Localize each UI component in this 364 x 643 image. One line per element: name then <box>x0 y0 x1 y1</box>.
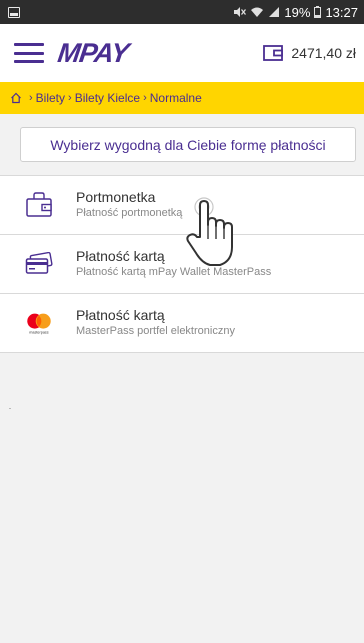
payment-method-masterpass[interactable]: masterpass Płatność kartą MasterPass por… <box>0 294 364 353</box>
battery-icon <box>314 6 322 18</box>
menu-bar <box>14 60 44 63</box>
method-title: Płatność kartą <box>76 307 165 323</box>
chevron-right-icon: › <box>29 92 33 104</box>
breadcrumb: › Bilety › Bilety Kielce › Normalne <box>0 82 364 114</box>
signal-icon <box>269 7 280 17</box>
scroll-edge-marker <box>9 408 11 409</box>
mpay-logo: MPAY <box>55 37 131 68</box>
battery-percent: 19% <box>284 4 311 20</box>
mute-icon <box>234 7 247 17</box>
wallet-icon <box>263 45 284 61</box>
payment-methods-list: Portmonetka Płatność portmonetką Płatnoś… <box>0 175 364 353</box>
method-subtitle: MasterPass portfel elektroniczny <box>76 325 235 337</box>
payment-method-portmonetka[interactable]: Portmonetka Płatność portmonetką <box>0 176 364 235</box>
masterpass-icon: masterpass <box>24 309 54 337</box>
status-right: 19% 13:27 <box>233 5 358 20</box>
menu-bar <box>14 43 44 46</box>
header-left: MPAY <box>14 37 131 69</box>
status-bar: 19% 13:27 <box>0 0 364 24</box>
chevron-right-icon: › <box>143 92 147 104</box>
breadcrumb-item-bilety[interactable]: Bilety <box>36 91 65 105</box>
status-left <box>8 6 20 18</box>
payment-method-notice: Wybierz wygodną dla Ciebie formę płatnoś… <box>20 127 356 162</box>
chevron-right-icon: › <box>68 92 72 104</box>
wallet-amount: 2471,40 zł <box>291 45 356 61</box>
wallet-icon <box>24 191 54 219</box>
method-text: Płatność kartą Płatność kartą mPay Walle… <box>76 248 271 280</box>
method-subtitle: Płatność portmonetką <box>76 207 183 219</box>
credit-card-icon <box>24 250 54 278</box>
hamburger-menu-icon[interactable] <box>14 43 44 63</box>
payment-method-card-mpay-wallet[interactable]: Płatność kartą Płatność kartą mPay Walle… <box>0 235 364 294</box>
breadcrumb-item-bilety-kielce[interactable]: Bilety Kielce <box>75 91 140 105</box>
wifi-icon <box>251 7 264 17</box>
masterpass-logo-text: masterpass <box>29 330 49 334</box>
app-header: MPAY 2471,40 zł <box>0 24 364 82</box>
method-title: Płatność kartą <box>76 248 165 264</box>
method-title: Portmonetka <box>76 189 156 205</box>
home-icon[interactable] <box>10 92 22 104</box>
method-subtitle: Płatność kartą mPay Wallet MasterPass <box>76 266 272 278</box>
wallet-balance-button[interactable]: 2471,40 zł <box>263 45 356 61</box>
gallery-notification-icon <box>8 6 20 18</box>
method-text: Portmonetka Płatność portmonetką <box>76 189 182 221</box>
menu-bar <box>14 51 44 55</box>
clock: 13:27 <box>325 4 358 20</box>
method-text: Płatność kartą MasterPass portfel elektr… <box>76 307 235 339</box>
breadcrumb-item-normalne[interactable]: Normalne <box>150 91 202 105</box>
